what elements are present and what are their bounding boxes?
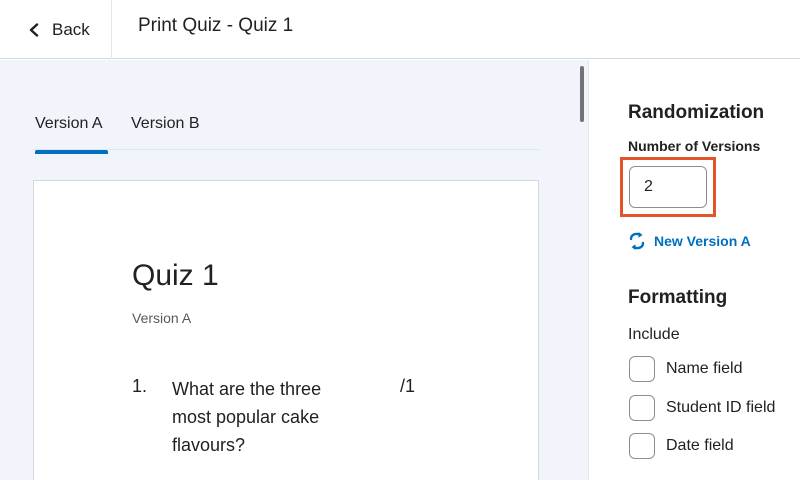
tab-selected-indicator (35, 150, 108, 154)
scrollbar-thumb[interactable] (580, 66, 584, 122)
question-number: 1. (132, 376, 148, 396)
back-label: Back (52, 19, 90, 39)
name-field-label: Name field (666, 360, 743, 377)
back-button[interactable]: Back (0, 0, 112, 59)
tab-version-b-label: Version B (131, 115, 200, 132)
version-tabs: Version A Version B (33, 110, 540, 154)
quiz-title: Quiz 1 (132, 259, 219, 292)
quiz-version-label: Version A (132, 310, 192, 326)
randomization-heading: Randomization (628, 102, 765, 123)
top-bar: Back Print Quiz - Quiz 1 (0, 0, 800, 59)
new-version-button[interactable]: New Version A (629, 232, 751, 250)
student-id-field-checkbox[interactable] (629, 395, 655, 421)
question-text: What are the three most popular cake fla… (172, 379, 322, 455)
name-field-checkbox-row[interactable]: Name field (629, 356, 742, 382)
question-points: /1 (400, 376, 416, 396)
formatting-heading: Formatting (628, 287, 728, 308)
tab-version-a[interactable]: Version A (35, 115, 108, 154)
student-id-field-label: Student ID field (666, 399, 776, 416)
new-version-label: New Version A (654, 233, 751, 249)
name-field-checkbox[interactable] (629, 356, 655, 382)
number-of-versions-label: Number of Versions (628, 138, 761, 154)
refresh-icon (629, 232, 645, 250)
tab-version-b[interactable]: Version B (131, 115, 199, 150)
settings-panel: Randomization Number of Versions New Ver… (588, 60, 800, 480)
include-label: Include (628, 326, 680, 343)
preview-scrollbar[interactable] (578, 60, 586, 480)
chevron-left-icon (29, 22, 39, 37)
date-field-label: Date field (666, 437, 734, 454)
page-title: Print Quiz - Quiz 1 (138, 15, 294, 36)
number-of-versions-input[interactable] (629, 166, 707, 208)
date-field-checkbox-row[interactable]: Date field (629, 433, 734, 459)
date-field-checkbox[interactable] (629, 433, 655, 459)
student-id-field-checkbox-row[interactable]: Student ID field (629, 395, 775, 421)
tab-version-a-label: Version A (35, 115, 103, 132)
quiz-preview-page: Quiz 1 Version A 1. What are the three m… (33, 180, 539, 480)
preview-pane: Version A Version B Quiz 1 Version A 1. … (0, 60, 588, 480)
